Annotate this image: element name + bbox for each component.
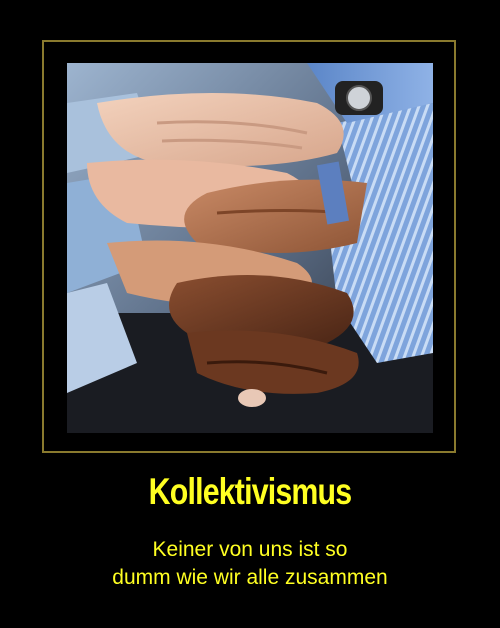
stacked-hands-photo — [67, 63, 433, 433]
poster-subtitle: Keiner von uns ist so dumm wie wir alle … — [0, 536, 500, 592]
poster-title: Kollektivismus — [148, 471, 352, 512]
subtitle-line-1: Keiner von uns ist so — [152, 538, 348, 561]
motivational-poster: Kollektivismus Keiner von uns ist so dum… — [0, 0, 500, 628]
subtitle-line-2: dumm wie wir alle zusammen — [112, 566, 388, 589]
